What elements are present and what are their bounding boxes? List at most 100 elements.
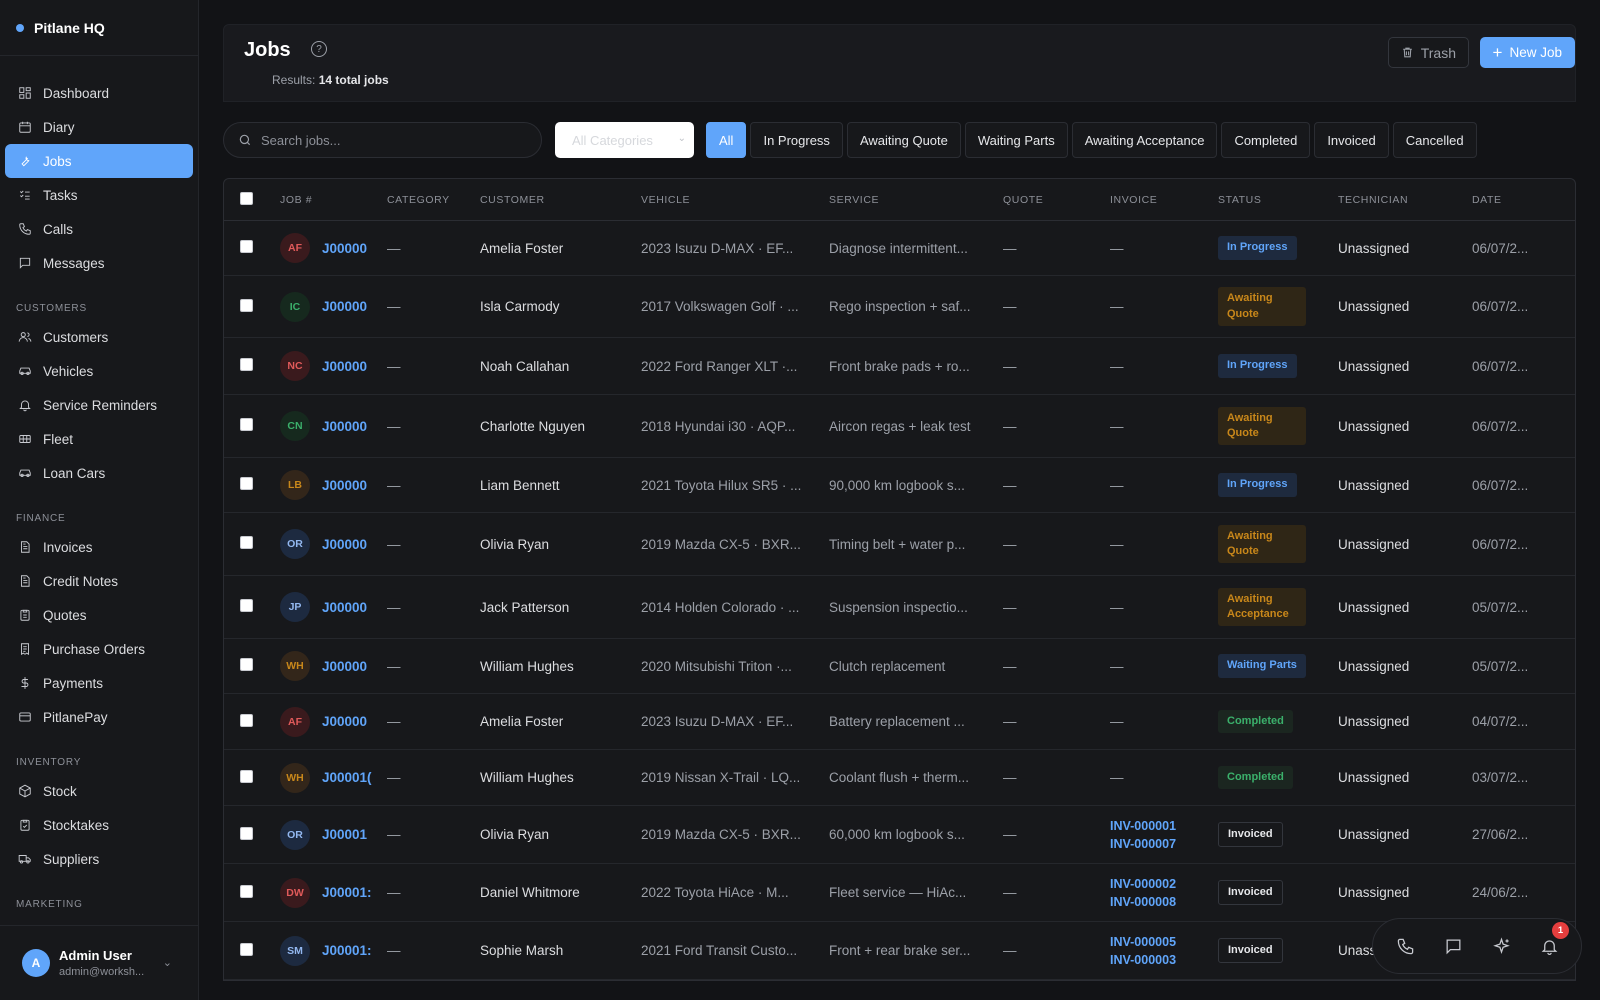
job-number-link[interactable]: J00001:: [322, 885, 372, 900]
job-number-link[interactable]: J00001:: [322, 943, 372, 958]
sidebar-item-payments[interactable]: Payments: [5, 666, 193, 700]
table-row[interactable]: WH J00000 — William Hughes 2020 Mitsubishi T…: [224, 639, 1575, 694]
row-checkbox[interactable]: [240, 240, 253, 253]
job-number-link[interactable]: J00000: [322, 419, 372, 434]
table-row[interactable]: AF J00000 — Amelia Foster 2023 Isuzu D-MAX ·…: [224, 694, 1575, 750]
row-checkbox[interactable]: [240, 298, 253, 312]
job-number-link[interactable]: J00000: [322, 659, 372, 674]
sidebar-item-suppliers[interactable]: Suppliers: [5, 842, 193, 876]
category-select[interactable]: All Categories ⌄: [555, 122, 694, 158]
filter-awaiting-quote[interactable]: Awaiting Quote: [846, 122, 961, 158]
column-header-quote[interactable]: QUOTE: [1003, 194, 1110, 206]
job-number-link[interactable]: J00000: [322, 600, 372, 615]
invoice-link[interactable]: INV-000001: [1110, 817, 1218, 835]
column-header-technician[interactable]: TECHNICIAN: [1338, 194, 1472, 206]
job-number-link[interactable]: J00000: [322, 537, 372, 552]
date-cell: 06/07/2...: [1472, 240, 1529, 256]
column-header-category[interactable]: CATEGORY: [387, 194, 480, 206]
sidebar-item-dashboard[interactable]: Dashboard: [5, 76, 193, 110]
row-checkbox[interactable]: [240, 599, 253, 612]
invoice-link[interactable]: INV-000007: [1110, 835, 1218, 853]
sidebar-item-fleet[interactable]: Fleet: [5, 422, 193, 456]
column-header-customer[interactable]: CUSTOMER: [480, 194, 641, 206]
sidebar-item-stock[interactable]: Stock: [5, 774, 193, 808]
row-checkbox[interactable]: [240, 942, 253, 956]
trash-button[interactable]: Trash: [1387, 37, 1469, 68]
sidebar-item-diary[interactable]: Diary: [5, 110, 193, 144]
filter-cancelled[interactable]: Cancelled: [1392, 122, 1477, 158]
table-row[interactable]: JP J00000 — Jack Patterson 2014 Holden Color…: [224, 576, 1575, 639]
column-header-job[interactable]: JOB #: [280, 194, 387, 206]
filter-waiting-parts[interactable]: Waiting Parts: [964, 122, 1068, 158]
trash-label: Trash: [1420, 44, 1456, 61]
brand[interactable]: Pitlane HQ: [0, 0, 198, 56]
row-checkbox[interactable]: [240, 536, 253, 549]
filter-completed[interactable]: Completed: [1221, 122, 1311, 158]
quote-cell: —: [1003, 827, 1017, 842]
job-number-link[interactable]: J00000: [322, 359, 372, 374]
chevron-down-icon[interactable]: ⌄: [163, 956, 172, 969]
filter-all[interactable]: All: [706, 122, 747, 158]
search-input[interactable]: Search jobs...: [223, 122, 542, 158]
invoice-link[interactable]: INV-000005: [1110, 933, 1218, 951]
sidebar-item-jobs[interactable]: Jobs: [5, 144, 193, 178]
filter-invoiced[interactable]: Invoiced: [1314, 122, 1389, 158]
sidebar-item-messages[interactable]: Messages: [5, 246, 193, 280]
row-checkbox[interactable]: [240, 884, 253, 898]
date-cell: 06/07/2...: [1472, 477, 1529, 493]
job-number-link[interactable]: J00001(: [322, 770, 372, 785]
table-row[interactable]: OR J00000 — Olivia Ryan 2019 Mazda CX-5 · BX…: [224, 513, 1575, 576]
row-checkbox[interactable]: [240, 658, 253, 671]
job-number-link[interactable]: J00000: [322, 299, 372, 314]
row-checkbox[interactable]: [240, 477, 253, 490]
sidebar-item-loan-cars[interactable]: Loan Cars: [5, 456, 193, 490]
table-row[interactable]: OR J00001 — Olivia Ryan 2019 Mazda CX-5 · BX…: [224, 806, 1575, 864]
table-row[interactable]: DW J00001: — Daniel Whitmore 2022 Toyota HiA…: [224, 864, 1575, 922]
job-number-link[interactable]: J00000: [322, 241, 372, 256]
sidebar-item-service-reminders[interactable]: Service Reminders: [5, 388, 193, 422]
column-header-service[interactable]: SERVICE: [829, 194, 1003, 206]
sidebar-item-purchase-orders[interactable]: Purchase Orders: [5, 632, 193, 666]
sidebar-item-vehicles[interactable]: Vehicles: [5, 354, 193, 388]
table-row[interactable]: LB J00000 — Liam Bennett 2021 Toyota Hilux S…: [224, 458, 1575, 513]
select-all-checkbox[interactable]: [240, 191, 253, 205]
sidebar-item-stocktakes[interactable]: Stocktakes: [5, 808, 193, 842]
row-checkbox[interactable]: [240, 358, 253, 371]
column-header-date[interactable]: DATE: [1472, 194, 1552, 206]
sidebar-item-credit-notes[interactable]: Credit Notes: [5, 564, 193, 598]
table-row[interactable]: AF J00000 — Amelia Foster 2023 Isuzu D-MAX ·…: [224, 221, 1575, 276]
table-row[interactable]: NC J00000 — Noah Callahan 2022 Ford Ranger X…: [224, 338, 1575, 395]
call-button[interactable]: [1387, 928, 1423, 964]
sidebar-item-customers[interactable]: Customers: [5, 320, 193, 354]
filter-awaiting-acceptance[interactable]: Awaiting Acceptance: [1071, 122, 1218, 158]
notifications-button[interactable]: 1: [1531, 922, 1569, 964]
invoice-link[interactable]: INV-000008: [1110, 893, 1218, 911]
technician-cell: Unassigned: [1338, 240, 1410, 256]
row-checkbox[interactable]: [240, 713, 253, 727]
chat-button[interactable]: [1435, 928, 1471, 964]
row-checkbox[interactable]: [240, 826, 253, 840]
table-row[interactable]: IC J00000 — Isla Carmody 2017 Volkswagen Gol…: [224, 276, 1575, 338]
job-number-link[interactable]: J00000: [322, 714, 372, 729]
new-job-button[interactable]: + New Job: [1479, 37, 1575, 68]
table-row[interactable]: CN J00000 — Charlotte Nguyen 2018 Hyundai i3…: [224, 395, 1575, 458]
row-checkbox[interactable]: [240, 418, 253, 431]
sidebar-item-pitlanepay[interactable]: PitlanePay: [5, 700, 193, 734]
column-header-status[interactable]: STATUS: [1218, 194, 1338, 206]
job-number-link[interactable]: J00000: [322, 478, 372, 493]
help-icon[interactable]: ?: [311, 41, 327, 57]
invoice-link[interactable]: INV-000002: [1110, 875, 1218, 893]
table-row[interactable]: WH J00001(— William Hughes 2019 Nissan X-Tr…: [224, 750, 1575, 806]
filter-in-progress[interactable]: In Progress: [750, 122, 843, 158]
invoice-link[interactable]: INV-000003: [1110, 951, 1218, 969]
column-header-invoice[interactable]: INVOICE: [1110, 194, 1218, 206]
sidebar-item-invoices[interactable]: Invoices: [5, 530, 193, 564]
sidebar-item-quotes[interactable]: Quotes: [5, 598, 193, 632]
job-number-link[interactable]: J00001: [322, 827, 372, 842]
row-checkbox[interactable]: [240, 769, 253, 783]
ai-assist-button[interactable]: [1483, 928, 1519, 964]
sidebar-item-tasks[interactable]: Tasks: [5, 178, 193, 212]
column-header-vehicle[interactable]: VEHICLE: [641, 194, 829, 206]
user-menu[interactable]: A Admin User admin@worksh... ⌄: [0, 925, 198, 1000]
sidebar-item-calls[interactable]: Calls: [5, 212, 193, 246]
